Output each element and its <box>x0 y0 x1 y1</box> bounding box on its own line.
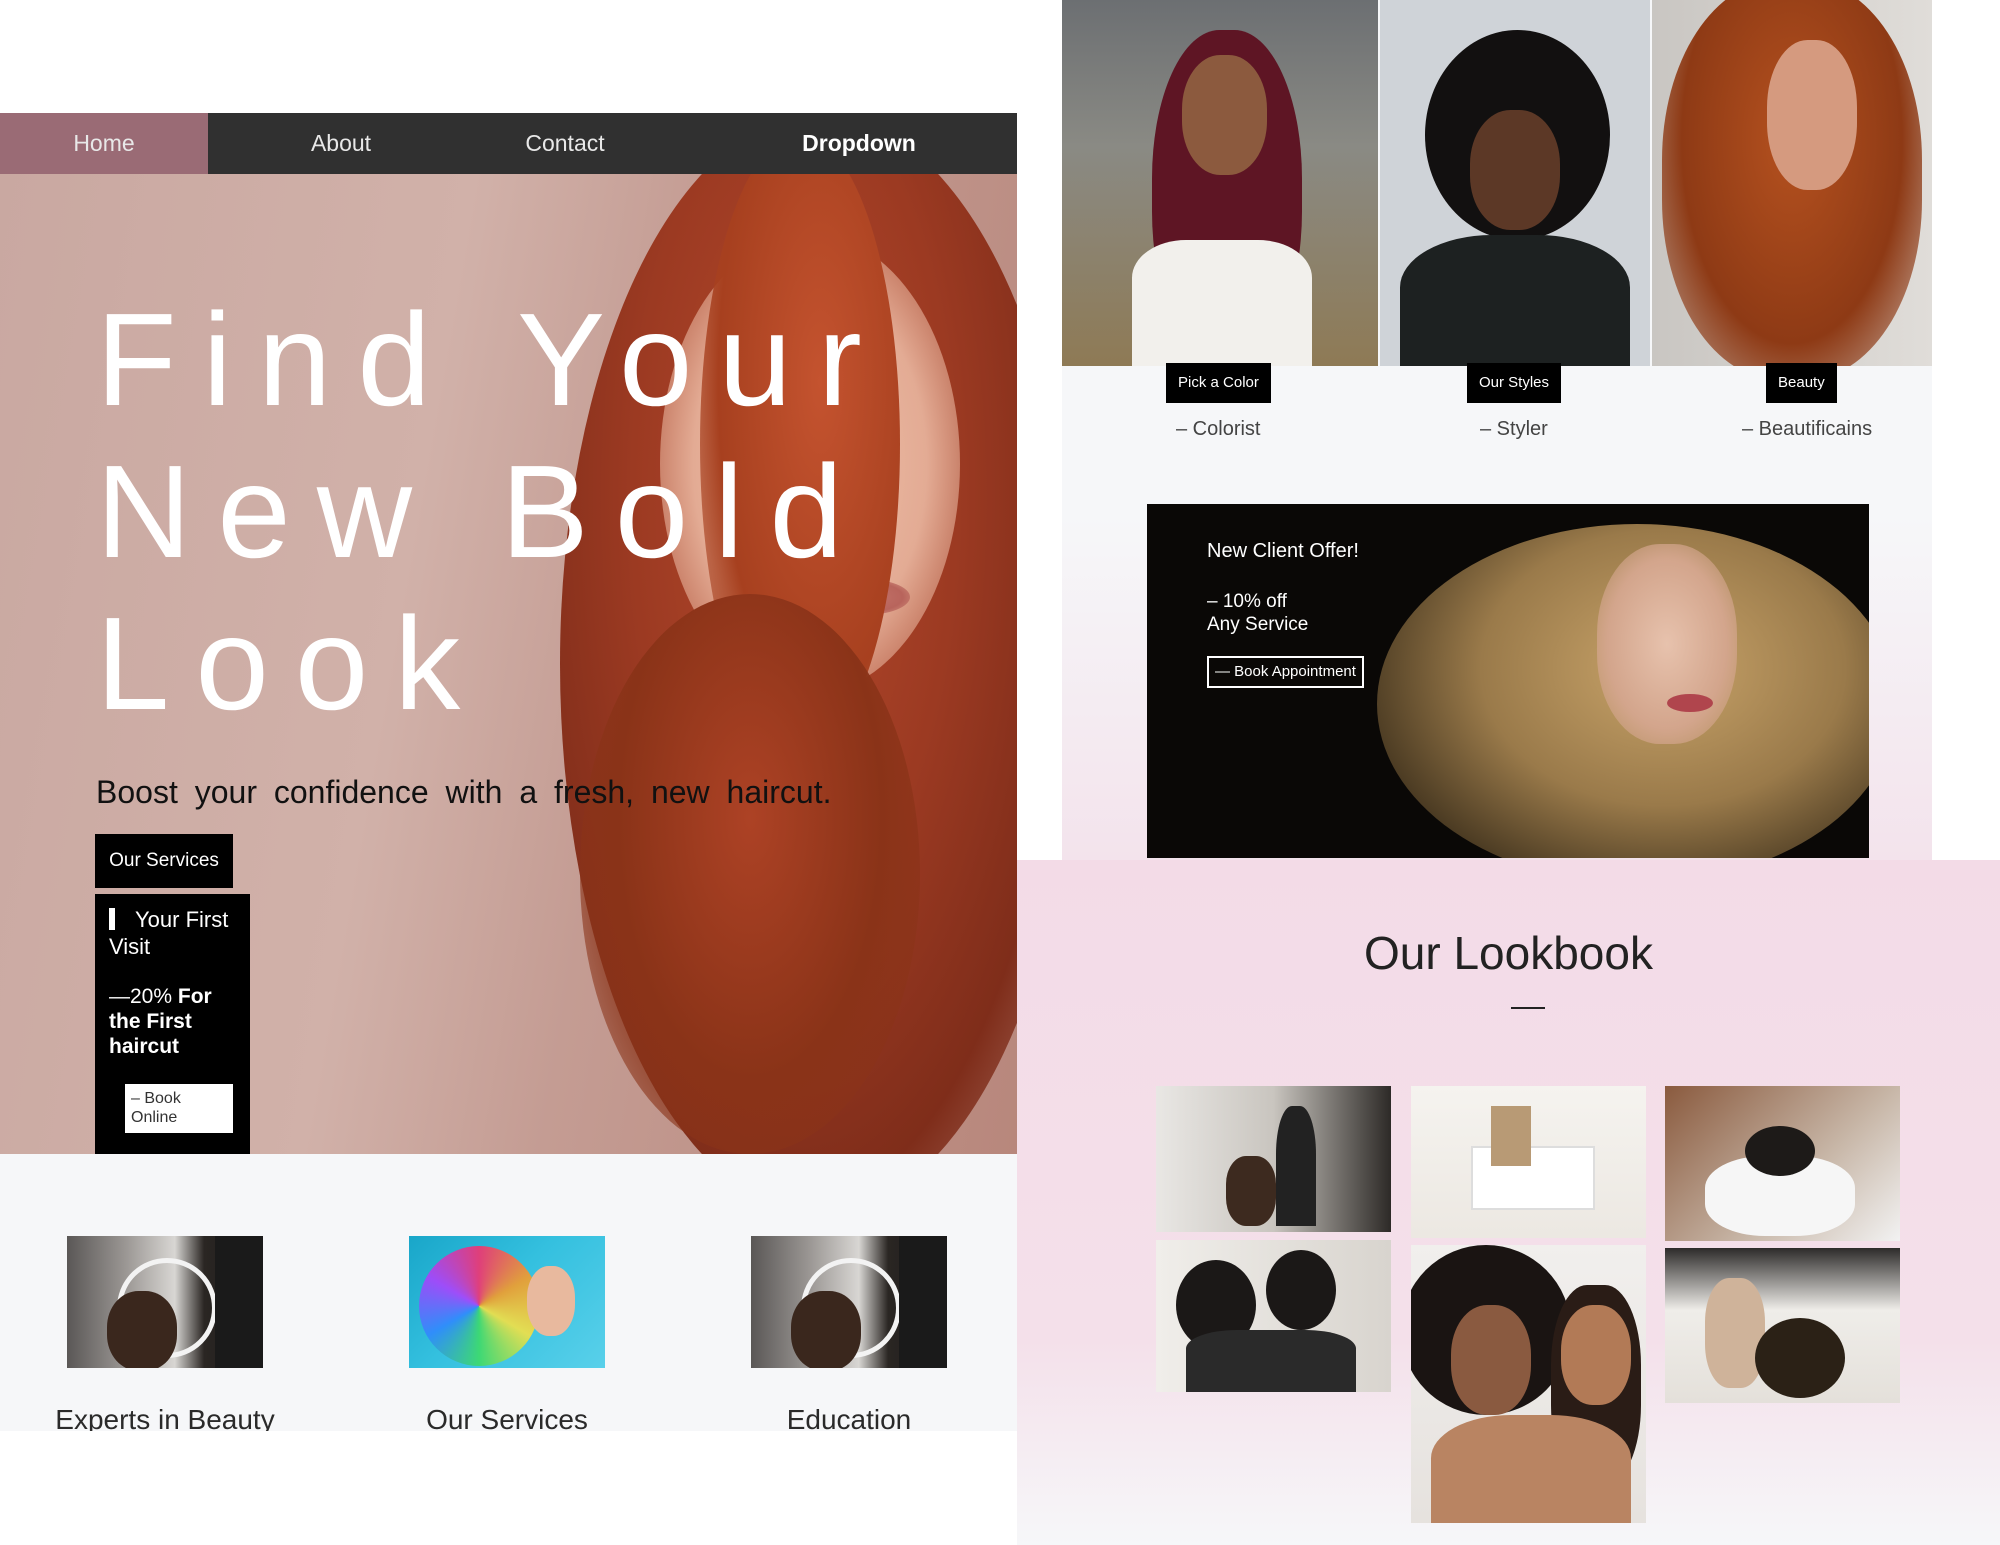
role-label: – Beautificains <box>1742 418 1873 440</box>
salon-homepage: Home About Contact Dropdown Find Your Ne… <box>0 113 1017 1431</box>
beauty-tag[interactable]: Beauty <box>1766 363 1837 403</box>
feature-caption: Experts in Beauty <box>55 1404 275 1431</box>
first-visit-title: Your First Visit <box>109 907 229 959</box>
discount-amount: —20% <box>109 985 173 1008</box>
hero-subtitle: Boost your confidence with a fresh, new … <box>96 774 832 810</box>
navbar: Home About Contact Dropdown <box>0 113 1017 174</box>
lookbook-photo-models[interactable] <box>1411 1245 1646 1523</box>
stylist-photo-styler[interactable] <box>1380 0 1650 366</box>
nav-about[interactable]: About <box>268 113 414 174</box>
nav-contact[interactable]: Contact <box>490 113 640 174</box>
new-client-offer-banner: New Client Offer! – 10% off Any Service … <box>1147 504 1869 858</box>
our-services-button[interactable]: Our Services <box>95 834 233 888</box>
offer-description: – 10% off Any Service <box>1207 590 1308 636</box>
role-label: – Colorist <box>1176 418 1261 440</box>
hero-title-line: Find Your <box>96 286 888 433</box>
feature-image-rainbow-hair <box>409 1236 605 1368</box>
first-visit-card: Your First Visit —20% For the First hair… <box>95 894 250 1154</box>
feature-image-stylist <box>67 1236 263 1368</box>
hero-title-line: Look <box>96 590 487 737</box>
lookbook-title: Our Lookbook <box>1364 927 1653 979</box>
feature-caption: Our Services <box>426 1404 588 1431</box>
lookbook-photo[interactable] <box>1665 1086 1900 1241</box>
nav-home[interactable]: Home <box>0 113 208 174</box>
offer-scope: Any Service <box>1207 614 1309 635</box>
role-label: – Styler <box>1480 418 1548 440</box>
hero-section: Find Your New Bold Look Boost your confi… <box>0 174 1017 1154</box>
feature-caption: Education <box>786 1404 912 1431</box>
hero-title: Find Your New Bold Look <box>96 284 996 740</box>
stylist-photo-beautician[interactable] <box>1652 0 1932 366</box>
feature-image-education <box>751 1236 947 1368</box>
lookbook-photo[interactable] <box>1156 1240 1391 1392</box>
features-section: Experts in Beauty Our Services Education <box>0 1154 1017 1431</box>
first-visit-offer: —20% For the First haircut <box>109 984 245 1059</box>
offer-title: New Client Offer! <box>1207 540 1359 562</box>
offer-discount: – 10% off <box>1207 591 1287 612</box>
lookbook-photo[interactable] <box>1156 1086 1391 1232</box>
lookbook-photo[interactable] <box>1411 1086 1646 1238</box>
stylist-photo-colorist[interactable] <box>1062 0 1378 366</box>
book-appointment-button[interactable]: — Book Appointment <box>1207 656 1364 688</box>
title-divider <box>1511 1007 1545 1009</box>
lookbook-section: Our Lookbook <box>1017 860 2000 1545</box>
lookbook-photo[interactable] <box>1665 1248 1900 1403</box>
hero-title-line: New Bold <box>96 438 869 585</box>
pick-a-color-tag[interactable]: Pick a Color <box>1166 363 1271 403</box>
book-online-button[interactable]: – Book Online <box>125 1084 233 1133</box>
nav-dropdown[interactable]: Dropdown <box>780 113 938 174</box>
our-styles-tag[interactable]: Our Styles <box>1467 363 1562 403</box>
